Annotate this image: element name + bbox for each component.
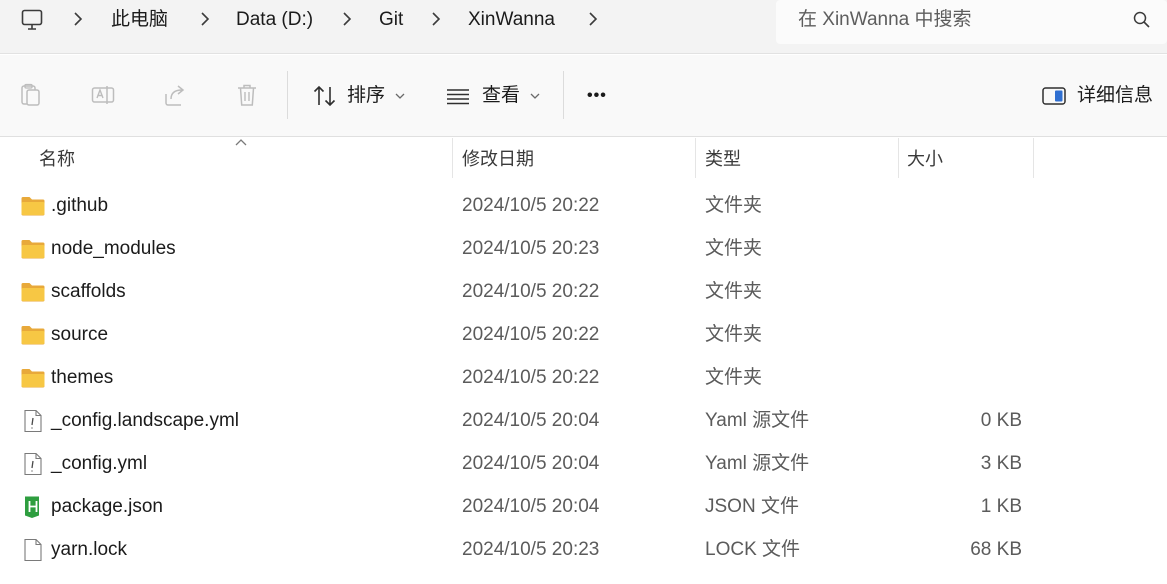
rename-icon[interactable] [90,82,116,108]
column-header-name[interactable]: 名称 [0,138,452,178]
column-header-type[interactable]: 类型 [696,138,898,178]
file-type: 文件夹 [705,367,763,388]
details-label: 详细信息 [1077,85,1154,106]
file-name: node_modules [51,238,176,259]
file-name: package.json [51,496,163,517]
folder-icon [21,197,45,216]
file-size: 1 KB [980,496,1022,517]
file-type: Yaml 源文件 [705,453,810,474]
file-list: .github 2024/10/5 20:22 文件夹 node_modules… [0,185,1167,572]
file-row[interactable]: source 2024/10/5 20:22 文件夹 [0,314,1167,357]
chevron-right-icon[interactable] [199,11,211,27]
file-type: LOCK 文件 [705,539,801,560]
paste-icon[interactable] [18,82,44,108]
column-type-label: 类型 [705,149,741,169]
view-icon [447,89,469,105]
share-icon[interactable] [162,82,188,108]
delete-icon[interactable] [234,82,260,108]
chevron-right-icon[interactable] [587,11,599,27]
file-row[interactable]: .github 2024/10/5 20:22 文件夹 [0,185,1167,228]
file-type: 文件夹 [705,281,763,302]
breadcrumb-data-drive[interactable]: Data (D:) [236,9,313,31]
more-options-icon: ••• [587,87,607,104]
sort-label: 排序 [347,85,386,106]
file-name: themes [51,367,114,388]
command-bar: 排序 查看 ••• 详细信息 [0,55,1167,137]
search-input[interactable]: 在 XinWanna 中搜索 [798,9,972,31]
breadcrumb-xinwanna[interactable]: XinWanna [468,9,555,31]
column-name-label: 名称 [39,149,75,169]
file-type: JSON 文件 [705,496,799,517]
file-size: 3 KB [980,453,1022,474]
file-row[interactable]: yarn.lock 2024/10/5 20:23 LOCK 文件 68 KB [0,529,1167,572]
file-size: 0 KB [980,410,1022,431]
file-name: yarn.lock [51,539,128,560]
file-type: 文件夹 [705,238,763,259]
file-row[interactable]: node_modules 2024/10/5 20:23 文件夹 [0,228,1167,271]
file-date: 2024/10/5 20:22 [462,195,600,216]
folder-icon [21,240,45,259]
file-date: 2024/10/5 20:22 [462,281,600,302]
file-date: 2024/10/5 20:04 [462,453,600,474]
file-name: _config.landscape.yml [51,410,239,431]
file-row[interactable]: scaffolds 2024/10/5 20:22 文件夹 [0,271,1167,314]
search-box[interactable]: 在 XinWanna 中搜索 [776,0,1167,44]
folder-icon [21,326,45,345]
file-row[interactable]: themes 2024/10/5 20:22 文件夹 [0,357,1167,400]
column-size-label: 大小 [907,149,943,169]
column-header-date[interactable]: 修改日期 [453,138,695,178]
file-row[interactable]: _config.landscape.yml 2024/10/5 20:04 Ya… [0,400,1167,443]
file-size: 68 KB [970,539,1022,560]
computer-monitor-icon[interactable] [20,8,44,32]
breadcrumb-git[interactable]: Git [379,9,403,31]
column-header-size[interactable]: 大小 [899,138,1033,178]
folder-icon [21,369,45,388]
file-date: 2024/10/5 20:22 [462,324,600,345]
file-name: .github [51,195,109,216]
file-type: 文件夹 [705,324,763,345]
column-date-label: 修改日期 [462,149,534,169]
view-button[interactable]: 查看 [445,77,541,115]
file-date: 2024/10/5 20:22 [462,367,600,388]
json-file-icon [25,496,39,518]
chevron-down-icon [395,93,405,99]
file-date: 2024/10/5 20:04 [462,410,600,431]
yaml-file-icon [24,452,42,476]
toolbar-divider [563,71,564,119]
sort-button[interactable]: 排序 [312,77,406,115]
breadcrumb-this-pc[interactable]: 此电脑 [111,9,168,31]
file-type: 文件夹 [705,195,763,216]
toolbar-divider [287,71,288,119]
chevron-right-icon[interactable] [341,11,353,27]
more-options-button[interactable]: ••• [587,77,607,115]
file-date: 2024/10/5 20:04 [462,496,600,517]
file-icon [24,538,42,562]
folder-icon [21,283,45,302]
chevron-down-icon [530,93,540,99]
yaml-file-icon [24,409,42,433]
view-label: 查看 [482,85,521,106]
file-row[interactable]: _config.yml 2024/10/5 20:04 Yaml 源文件 3 K… [0,443,1167,486]
file-date: 2024/10/5 20:23 [462,539,600,560]
search-icon[interactable] [1132,10,1152,30]
sort-icon [313,85,336,107]
file-type: Yaml 源文件 [705,410,810,431]
details-pane-button[interactable]: 详细信息 [1041,77,1153,115]
address-bar: 此电脑 Data (D:) Git XinWanna 在 XinWanna 中搜… [0,0,1167,54]
file-name: source [51,324,109,345]
file-row[interactable]: package.json 2024/10/5 20:04 JSON 文件 1 K… [0,486,1167,529]
column-divider[interactable] [1033,138,1034,178]
file-name: scaffolds [51,281,126,302]
chevron-right-icon[interactable] [72,11,84,27]
chevron-right-icon[interactable] [430,11,442,27]
details-pane-icon [1042,87,1066,105]
file-date: 2024/10/5 20:23 [462,238,600,259]
file-name: _config.yml [51,453,148,474]
